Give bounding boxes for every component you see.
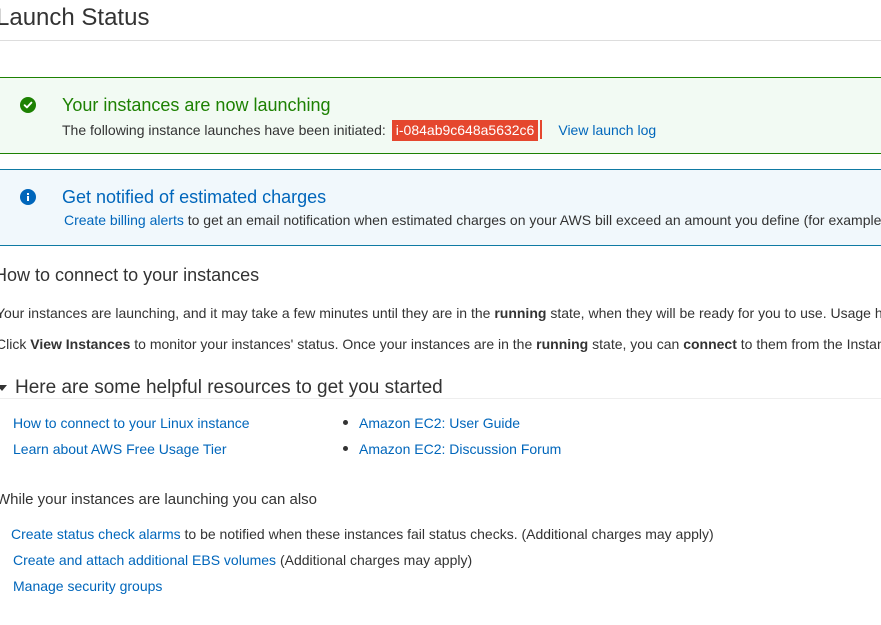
ec2-user-guide-link[interactable]: Amazon EC2: User Guide [359,415,520,431]
connect-paragraph-2: Click View Instances to monitor your ins… [0,336,881,352]
connect-paragraph-1: Your instances are launching, and it may… [0,305,881,321]
ec2-discussion-forum-link[interactable]: Amazon EC2: Discussion Forum [359,441,561,457]
text-caret [540,120,543,139]
resources-column-2: Amazon EC2: User Guide Amazon EC2: Discu… [343,414,561,466]
p2-text-g: to them from the Instanc [740,336,881,352]
view-launch-log-link[interactable]: View launch log [558,122,656,138]
resources-section-title[interactable]: Here are some helpful resources to get y… [15,377,443,399]
create-status-check-alarms-link[interactable]: Create status check alarms [11,526,181,542]
p1-text-a: Your instances are launching, and it may… [0,305,491,321]
p2-text-e: state, you can [592,336,680,352]
info-body: Create billing alerts to get an email no… [64,212,881,228]
p2-text-c: to monitor your instances' status. Once … [134,336,533,352]
caret-down-icon[interactable] [0,385,7,391]
instance-id-link[interactable]: i-084ab9c648a5632c6 [391,120,539,141]
billing-info-alert: Get notified of estimated charges Create… [0,169,881,246]
connect-section-title: How to connect to your instances [0,265,260,285]
info-text: to get an email notification when estima… [187,212,881,228]
p2-view-instances: View Instances [30,336,131,352]
success-heading: Your instances are now launching [62,95,331,115]
title-divider [0,40,881,41]
p2-text-a: Click [0,336,27,352]
bullet-icon [343,420,348,425]
list-item: Create and attach additional EBS volumes… [13,551,714,577]
info-circle-icon [20,189,36,205]
check-circle-icon [20,97,36,113]
info-heading: Get notified of estimated charges [62,187,327,207]
launch-success-alert: Your instances are now launching The fol… [0,77,881,154]
status-check-note: to be notified when these instances fail… [184,526,714,542]
list-item: Create status check alarms to be notifie… [11,525,714,551]
also-section-title: While your instances are launching you c… [0,491,318,508]
also-list: Create status check alarms to be notifie… [11,525,714,603]
p2-running: running [536,336,589,352]
p1-text-c: state, when they will be ready for you t… [550,305,881,321]
free-usage-tier-link[interactable]: Learn about AWS Free Usage Tier [13,441,226,457]
ebs-note: (Additional charges may apply) [279,552,473,568]
success-body: The following instance launches have bee… [62,120,656,141]
create-ebs-volumes-link[interactable]: Create and attach additional EBS volumes [13,552,276,568]
list-item: Manage security groups [13,577,714,603]
linux-connect-link[interactable]: How to connect to your Linux instance [13,415,250,431]
resources-divider [0,398,881,399]
p2-connect: connect [683,336,737,352]
page-title: Launch Status [0,4,150,31]
p1-running: running [494,305,547,321]
bullet-icon [343,446,348,451]
success-text: The following instance launches have bee… [62,122,386,138]
create-billing-alerts-link[interactable]: Create billing alerts [64,212,184,228]
manage-security-groups-link[interactable]: Manage security groups [13,578,162,594]
resources-column-1: How to connect to your Linux instance Le… [13,414,250,466]
